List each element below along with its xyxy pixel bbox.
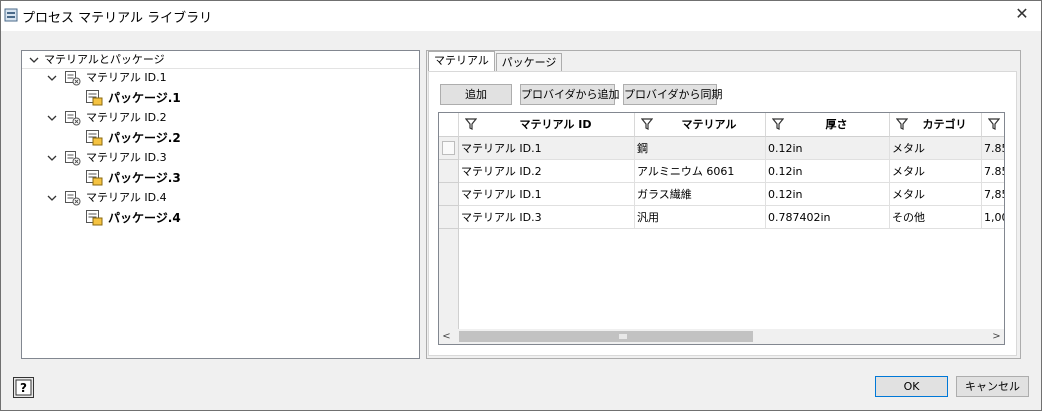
grid-cell[interactable]: 汎用 bbox=[635, 206, 766, 229]
tree-material-row[interactable]: マテリアル ID.3 bbox=[22, 149, 419, 167]
tree-package-label: パッケージ.3 bbox=[108, 171, 181, 185]
grid-cell[interactable]: メタル bbox=[890, 183, 982, 206]
material-icon bbox=[64, 189, 82, 207]
sync-from-provider-button[interactable]: プロバイダから同期 bbox=[623, 84, 723, 105]
row-header[interactable] bbox=[439, 183, 459, 206]
scroll-right-icon[interactable]: > bbox=[989, 329, 1004, 344]
tree-package-label: パッケージ.2 bbox=[108, 131, 181, 145]
tab-material[interactable]: マテリアル bbox=[428, 51, 495, 73]
tab-package[interactable]: パッケージ bbox=[496, 53, 562, 73]
tree-package-row[interactable]: パッケージ.4 bbox=[22, 209, 419, 227]
scroll-left-icon[interactable]: < bbox=[439, 329, 454, 344]
tree-root-row[interactable]: マテリアルとパッケージ bbox=[22, 51, 419, 69]
grid-cell[interactable]: 1,00 bbox=[982, 206, 1004, 229]
chevron-down-icon[interactable] bbox=[46, 192, 58, 204]
grid-cell[interactable]: マテリアル ID.3 bbox=[459, 206, 635, 229]
material-grid[interactable]: マテリアル ID マテリアル 厚さ カテゴリマテリアル ID.1 鋼 0.12in メタル 7… bbox=[438, 112, 1005, 345]
tree-package-label: パッケージ.1 bbox=[108, 91, 181, 105]
filter-icon[interactable] bbox=[895, 118, 909, 130]
filter-icon[interactable] bbox=[464, 118, 478, 130]
column-header-label: マテリアル ID bbox=[519, 118, 592, 131]
grid-cell[interactable]: メタル bbox=[890, 160, 982, 183]
add-from-provider-button[interactable]: プロバイダから追加 bbox=[520, 84, 620, 105]
column-header[interactable]: 厚さ bbox=[766, 113, 890, 137]
help-button[interactable]: ? bbox=[13, 377, 34, 398]
grid-cell[interactable]: メタル bbox=[890, 137, 982, 160]
grid-cell[interactable]: アルミニウム 6061 bbox=[635, 160, 766, 183]
chevron-down-icon[interactable] bbox=[28, 54, 40, 66]
filter-icon[interactable] bbox=[771, 118, 785, 130]
column-header[interactable]: マテリアル ID bbox=[459, 113, 635, 137]
close-button[interactable]: ✕ bbox=[1010, 3, 1034, 25]
grid-cell[interactable]: 0.787402in bbox=[766, 206, 890, 229]
grid-corner bbox=[439, 113, 459, 137]
tree-package-label: パッケージ.4 bbox=[108, 211, 181, 225]
column-header-label: 厚さ bbox=[825, 118, 848, 131]
material-icon bbox=[64, 109, 82, 127]
grid-cell[interactable]: 7.85 bbox=[982, 160, 1004, 183]
row-header[interactable] bbox=[439, 160, 459, 183]
row-header[interactable] bbox=[439, 137, 459, 160]
column-header[interactable]: マテリアル bbox=[635, 113, 766, 137]
material-icon bbox=[64, 69, 82, 87]
material-library-app-icon bbox=[3, 6, 21, 24]
chevron-down-icon[interactable] bbox=[46, 112, 58, 124]
grid-cell[interactable]: 鋼 bbox=[635, 137, 766, 160]
tree-material-row[interactable]: マテリアル ID.4 bbox=[22, 189, 419, 207]
tree-material-row[interactable]: マテリアル ID.1 bbox=[22, 69, 419, 87]
material-package-tree[interactable]: マテリアルとパッケージ マテリアル ID.1 パッケージ.1 マテリアル ID.2 パ… bbox=[21, 50, 420, 359]
tree-material-label: マテリアル ID.4 bbox=[86, 191, 167, 204]
material-icon bbox=[64, 149, 82, 167]
grid-cell[interactable]: 7.85 bbox=[982, 137, 1004, 160]
filter-icon[interactable] bbox=[987, 118, 1001, 130]
filter-icon[interactable] bbox=[640, 118, 654, 130]
chevron-down-icon[interactable] bbox=[46, 152, 58, 164]
column-header-label: マテリアル bbox=[681, 118, 737, 131]
grid-cell[interactable]: その他 bbox=[890, 206, 982, 229]
tree-material-label: マテリアル ID.2 bbox=[86, 111, 167, 124]
package-icon bbox=[85, 129, 103, 147]
tree-material-label: マテリアル ID.3 bbox=[86, 151, 167, 164]
grid-cell[interactable]: 0.12in bbox=[766, 137, 890, 160]
column-header-label: カテゴリ bbox=[922, 118, 967, 131]
tree-package-row[interactable]: パッケージ.2 bbox=[22, 129, 419, 147]
row-header[interactable] bbox=[439, 206, 459, 229]
tree-root-label: マテリアルとパッケージ bbox=[44, 53, 165, 66]
tree-package-row[interactable]: パッケージ.1 bbox=[22, 89, 419, 107]
package-icon bbox=[85, 209, 103, 227]
column-header[interactable] bbox=[982, 113, 1004, 137]
ok-button[interactable]: OK bbox=[875, 376, 948, 397]
chevron-down-icon[interactable] bbox=[46, 72, 58, 84]
tree-material-label: マテリアル ID.1 bbox=[86, 71, 167, 84]
horizontal-scrollbar[interactable]: < > bbox=[439, 329, 1004, 344]
grid-cell[interactable]: マテリアル ID.1 bbox=[459, 137, 635, 160]
title-bar: プロセス マテリアル ライブラリ ✕ bbox=[0, 0, 1042, 31]
window-title: プロセス マテリアル ライブラリ bbox=[22, 11, 213, 26]
grid-cell[interactable]: 7,85 bbox=[982, 183, 1004, 206]
package-icon bbox=[85, 169, 103, 187]
help-glyph: ? bbox=[20, 381, 27, 395]
package-icon bbox=[85, 89, 103, 107]
tree-package-row[interactable]: パッケージ.3 bbox=[22, 169, 419, 187]
add-button[interactable]: 追加 bbox=[440, 84, 512, 105]
tree-material-row[interactable]: マテリアル ID.2 bbox=[22, 109, 419, 127]
column-header[interactable]: カテゴリ bbox=[890, 113, 982, 137]
grid-cell[interactable]: ガラス繊維 bbox=[635, 183, 766, 206]
cancel-button[interactable]: キャンセル bbox=[956, 376, 1029, 397]
scrollbar-thumb[interactable] bbox=[459, 331, 753, 342]
grid-cell[interactable]: 0.12in bbox=[766, 183, 890, 206]
grid-cell[interactable]: 0.12in bbox=[766, 160, 890, 183]
grid-cell[interactable]: マテリアル ID.1 bbox=[459, 183, 635, 206]
grid-cell[interactable]: マテリアル ID.2 bbox=[459, 160, 635, 183]
